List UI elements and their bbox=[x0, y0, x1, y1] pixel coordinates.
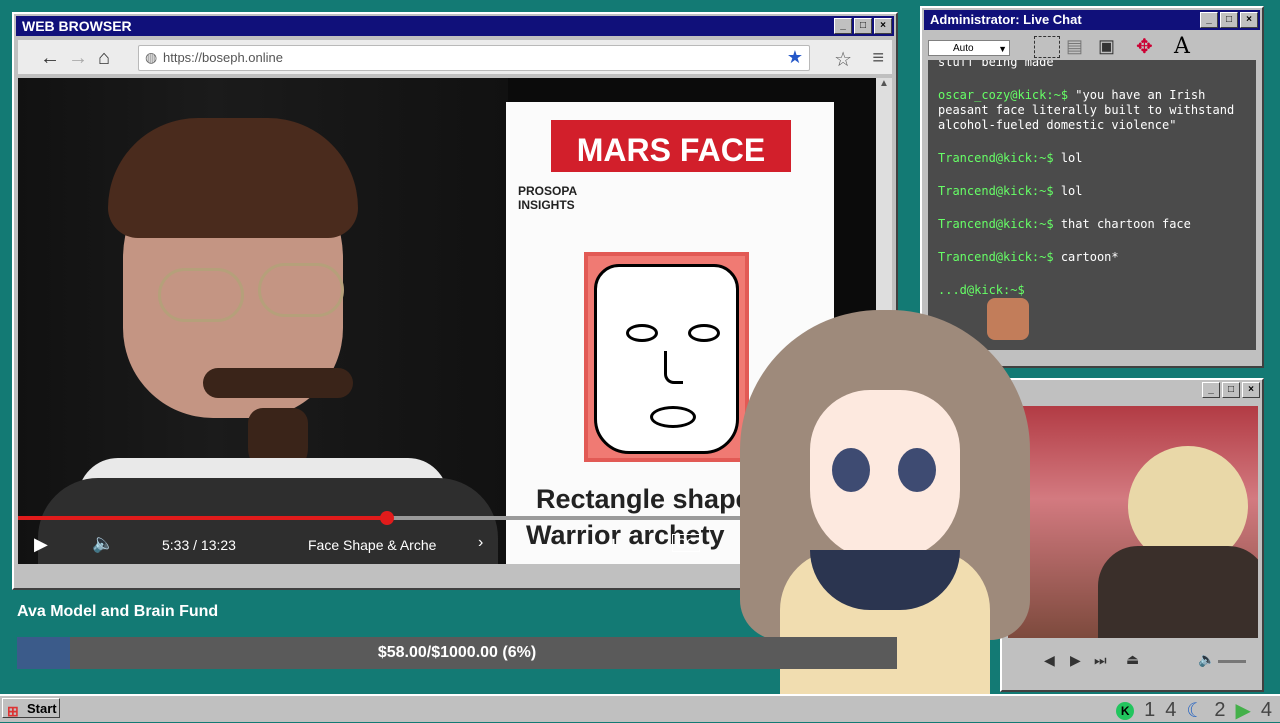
forward-icon[interactable]: → bbox=[68, 47, 88, 70]
nose bbox=[664, 351, 683, 384]
tray-count-1: 1 bbox=[1144, 699, 1156, 721]
fund-title: Ava Model and Brain Fund bbox=[17, 603, 219, 620]
url-text: https://boseph.online bbox=[163, 50, 283, 65]
maximize-button[interactable]: □ bbox=[1220, 12, 1238, 28]
video-progress-played bbox=[18, 516, 387, 520]
font-size-select[interactable]: Auto ▼ bbox=[928, 40, 1010, 56]
moon-icon[interactable]: ☾ bbox=[1186, 698, 1204, 723]
play-icon[interactable]: ▶ bbox=[1235, 698, 1250, 723]
taskbar: ⊞ Start K 1 4 ☾ 2 ▶ 4 bbox=[0, 694, 1280, 722]
tray-count-3: 2 bbox=[1214, 699, 1226, 721]
glasses-right bbox=[258, 263, 344, 317]
menu-icon[interactable]: ≡ bbox=[872, 47, 884, 70]
volume-slider[interactable] bbox=[1218, 660, 1246, 663]
chat-message: Trancend@kick:~$ that chartoon face bbox=[938, 217, 1191, 231]
chat-message: oscar_cozy@kick:~$ "you have an Irish pe… bbox=[938, 88, 1242, 132]
chat-title: Administrator: Live Chat bbox=[930, 12, 1082, 27]
home-icon[interactable]: ⌂ bbox=[98, 47, 110, 70]
chevron-right-icon[interactable]: › bbox=[478, 534, 483, 552]
video-chapter[interactable]: Face Shape & Arche bbox=[308, 537, 436, 553]
presenter-hair bbox=[108, 118, 358, 238]
vtuber-eye-right bbox=[898, 448, 936, 492]
play-icon[interactable]: ▶ bbox=[34, 534, 48, 555]
maximize-button[interactable]: □ bbox=[1222, 382, 1240, 398]
minimize-button[interactable]: _ bbox=[1200, 12, 1218, 28]
font-icon[interactable]: A bbox=[1174, 34, 1190, 59]
favorites-icon[interactable]: ☆ bbox=[834, 47, 852, 72]
close-button[interactable]: × bbox=[874, 18, 892, 34]
tray-count-4: 4 bbox=[1260, 699, 1272, 721]
media-controls: ◀ ▶ ⏭ ⏏ 🔈 bbox=[1008, 648, 1258, 676]
move-icon[interactable]: ✥ bbox=[1136, 34, 1153, 59]
paste-icon[interactable]: ▣ bbox=[1098, 36, 1115, 57]
chat-titlebar[interactable]: Administrator: Live Chat _ □ × bbox=[924, 10, 1260, 30]
browser-title: WEB BROWSER bbox=[22, 18, 132, 34]
volume-icon[interactable]: 🔈 bbox=[1198, 651, 1215, 668]
mars-face-badge: MARS FACE bbox=[551, 120, 791, 172]
vtuber-eye-left bbox=[832, 448, 870, 492]
minimize-button[interactable]: _ bbox=[1202, 382, 1220, 398]
chat-message: Trancend@kick:~$ lol bbox=[938, 184, 1083, 198]
copy-icon[interactable]: ▤ bbox=[1066, 36, 1083, 57]
glasses bbox=[158, 268, 244, 322]
bookmark-star-icon[interactable]: ★ bbox=[787, 47, 803, 68]
chat-toolbar: Auto ▼ ▤ ▣ ✥ A bbox=[926, 34, 1258, 59]
minimize-button[interactable]: _ bbox=[834, 18, 852, 34]
presenter-video-frame bbox=[18, 78, 508, 564]
avatar-scene bbox=[1008, 406, 1258, 638]
chat-message: stuff being made bbox=[938, 60, 1054, 69]
video-progress-handle[interactable] bbox=[379, 511, 394, 525]
pause-icon[interactable]: ⏸ bbox=[608, 534, 616, 552]
close-button[interactable]: × bbox=[1240, 12, 1258, 28]
kick-icon[interactable]: K bbox=[1116, 701, 1135, 720]
card-line-1: Rectangle shape bbox=[536, 484, 751, 514]
next-icon[interactable]: ▶ bbox=[1070, 652, 1081, 669]
address-bar[interactable]: ◍ https://boseph.online ★ bbox=[138, 45, 810, 71]
eye-left bbox=[626, 324, 658, 342]
close-button[interactable]: × bbox=[1242, 382, 1260, 398]
start-button[interactable]: ⊞ Start bbox=[2, 698, 60, 719]
video-time: 5:33 / 13:23 bbox=[162, 537, 236, 553]
eye-right bbox=[688, 324, 720, 342]
skip-icon[interactable]: ⏭ bbox=[1094, 652, 1107, 669]
back-icon[interactable]: ← bbox=[40, 47, 60, 70]
browser-toolbar: ← → ⌂ ◍ https://boseph.online ★ ☆ ≡ bbox=[18, 40, 892, 74]
mustache bbox=[203, 368, 353, 398]
captions-icon[interactable]: CC bbox=[672, 534, 701, 552]
cat-boy-body bbox=[1098, 546, 1258, 638]
browser-titlebar[interactable]: WEB BROWSER _ □ × bbox=[16, 16, 894, 36]
chat-message: Trancend@kick:~$ cartoon* bbox=[938, 250, 1119, 264]
previous-icon[interactable]: ◀ bbox=[1044, 652, 1055, 669]
globe-icon: ◍ bbox=[145, 49, 158, 65]
brand-logo: PROSOPA INSIGHTS bbox=[518, 184, 578, 212]
lips bbox=[650, 406, 696, 428]
select-tool-icon[interactable] bbox=[1034, 36, 1060, 58]
badge-text: MARS FACE bbox=[576, 132, 766, 168]
tray-count-2: 4 bbox=[1165, 699, 1177, 721]
volume-icon[interactable]: 🔈 bbox=[92, 533, 114, 554]
scroll-up-arrow[interactable]: ▲ bbox=[876, 78, 892, 94]
windows-logo-icon: ⊞ bbox=[7, 703, 19, 719]
system-tray: K 1 4 ☾ 2 ▶ 4 bbox=[1116, 698, 1272, 723]
eject-icon[interactable]: ⏏ bbox=[1126, 651, 1139, 668]
chat-message: Trancend@kick:~$ lol bbox=[938, 151, 1083, 165]
fund-amount: $58.00/$1000.00 (6%) bbox=[377, 644, 537, 661]
fund-progress-bar: $58.00/$1000.00 (6%) bbox=[17, 637, 897, 669]
chevron-down-icon[interactable]: ▼ bbox=[998, 41, 1007, 57]
maximize-button[interactable]: □ bbox=[854, 18, 872, 34]
